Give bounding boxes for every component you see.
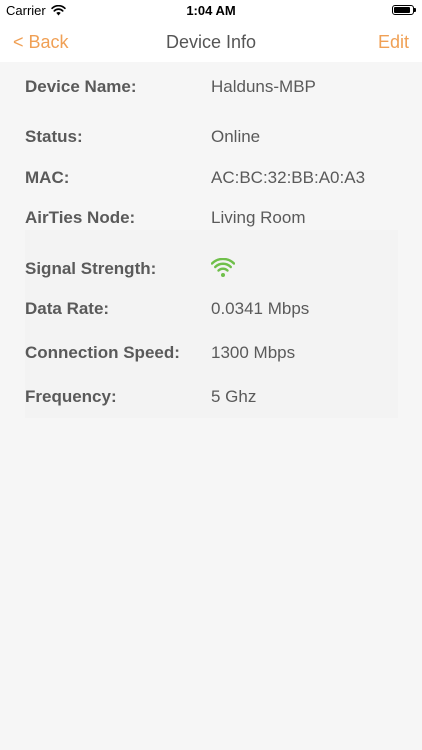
signal-strength-row: Signal Strength: bbox=[25, 258, 405, 283]
connection-speed-row: Connection Speed: 1300 Mbps bbox=[25, 343, 405, 367]
wifi-signal-icon bbox=[211, 258, 235, 277]
data-rate-value: 0.0341 Mbps bbox=[211, 299, 310, 318]
node-label: AirTies Node: bbox=[25, 208, 136, 227]
status-value: Online bbox=[211, 127, 261, 146]
frequency-label: Frequency: bbox=[25, 387, 117, 406]
frequency-row: Frequency: 5 Ghz bbox=[25, 387, 405, 411]
connection-speed-value: 1300 Mbps bbox=[211, 343, 296, 362]
device-name-value: Halduns-MBP bbox=[211, 77, 316, 96]
battery-icon bbox=[392, 5, 416, 15]
status-row: Status: Online bbox=[25, 127, 405, 151]
nav-bar: < Back Device Info Edit bbox=[0, 22, 422, 62]
device-name-label: Device Name: bbox=[25, 77, 137, 96]
mac-label: MAC: bbox=[25, 168, 70, 187]
data-rate-row: Data Rate: 0.0341 Mbps bbox=[25, 299, 405, 323]
mac-row: MAC: AC:BC:32:BB:A0:A3 bbox=[25, 168, 405, 192]
node-row: AirTies Node: Living Room bbox=[25, 208, 405, 232]
node-value: Living Room bbox=[211, 208, 306, 227]
page-title: Device Info bbox=[165, 32, 257, 52]
edit-button[interactable]: Edit bbox=[378, 32, 409, 53]
signal-strength-label: Signal Strength: bbox=[25, 259, 157, 278]
connection-speed-label: Connection Speed: bbox=[25, 343, 180, 362]
clock: 1:04 AM bbox=[186, 3, 236, 18]
status-bar: Carrier 1:04 AM bbox=[0, 0, 422, 22]
data-rate-label: Data Rate: bbox=[25, 299, 110, 318]
mac-value: AC:BC:32:BB:A0:A3 bbox=[211, 168, 366, 187]
frequency-value: 5 Ghz bbox=[211, 387, 257, 406]
device-name-row: Device Name: Halduns-MBP bbox=[25, 77, 405, 101]
status-label: Status: bbox=[25, 127, 83, 146]
